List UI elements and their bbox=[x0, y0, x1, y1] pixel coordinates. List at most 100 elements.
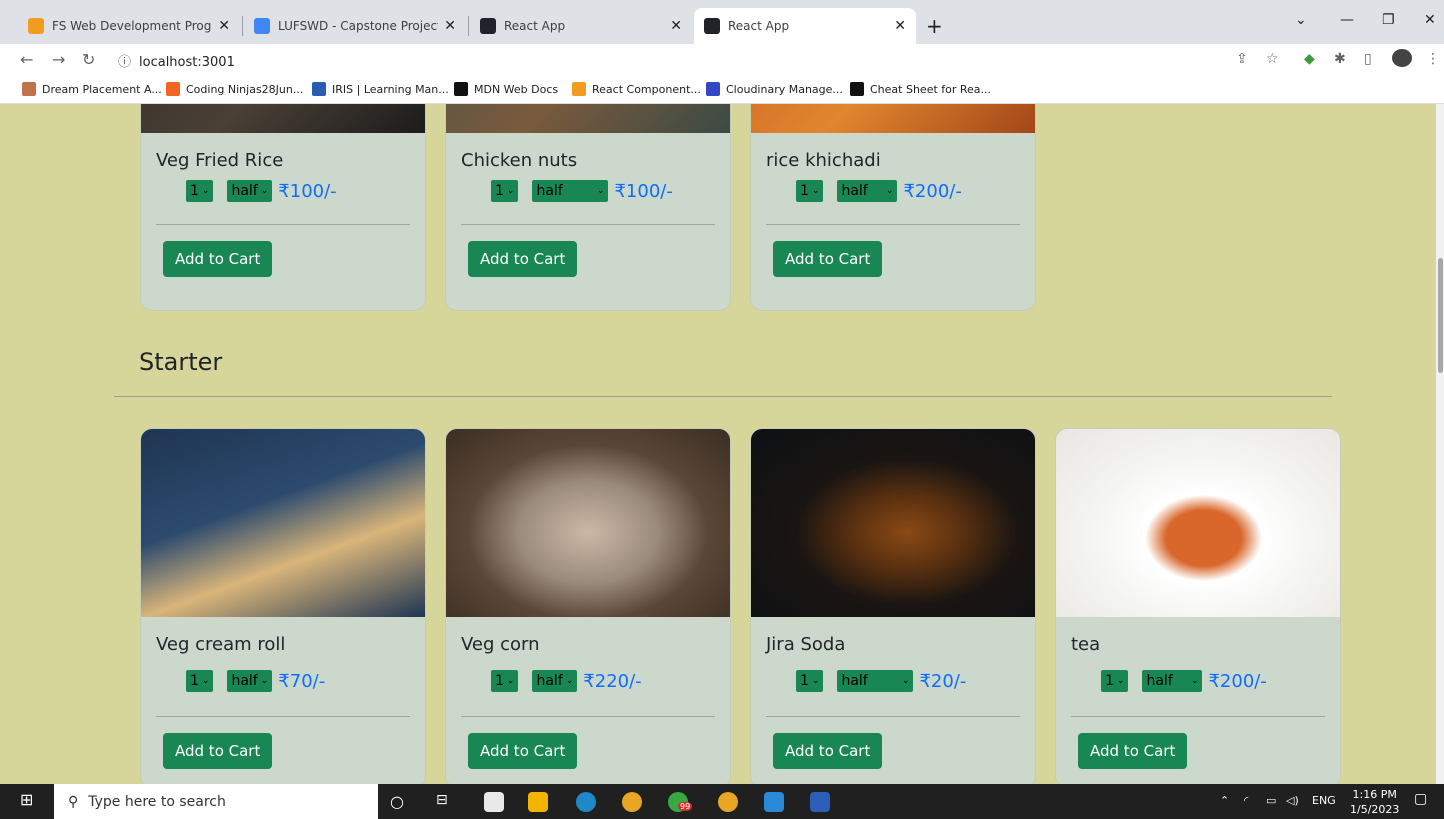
windows-start-icon[interactable]: ⊞ bbox=[20, 790, 40, 810]
tab-title: FS Web Development Program M bbox=[52, 19, 212, 33]
extension-icon[interactable]: ◆ bbox=[1304, 51, 1315, 67]
page-viewport: Veg Fried Rice 1 ⌄ half ⌄ ₹100/- Add to Ca… bbox=[0, 104, 1436, 784]
restore-icon[interactable]: ❐ bbox=[1382, 12, 1395, 28]
cortana-icon[interactable]: ○ bbox=[390, 792, 410, 812]
forward-icon[interactable]: → bbox=[52, 50, 65, 69]
bookmark-item[interactable]: Coding Ninjas28Jun... bbox=[166, 82, 303, 96]
notification-badge: 99 bbox=[678, 802, 693, 811]
size-select[interactable]: half ⌄ bbox=[532, 180, 609, 202]
food-image bbox=[141, 104, 425, 133]
edge-icon[interactable] bbox=[576, 792, 596, 812]
quantity-select[interactable]: 1 ⌄ bbox=[1101, 670, 1129, 692]
browser-tab-3[interactable]: React App ✕ bbox=[470, 8, 692, 44]
add-to-cart-button[interactable]: Add to Cart bbox=[773, 241, 883, 277]
battery-icon[interactable]: ▭ bbox=[1266, 794, 1276, 807]
quantity-select[interactable]: 1 ⌄ bbox=[796, 670, 824, 692]
new-tab-icon[interactable]: + bbox=[926, 14, 943, 38]
react-favicon-icon bbox=[480, 18, 496, 34]
address-bar-row: ← → ↻ ⓘ localhost:3001 ⇪ ☆ ◆ ✱ ▯ ⋮ bbox=[0, 44, 1444, 74]
bookmark-favicon-icon bbox=[706, 82, 720, 96]
size-select[interactable]: half ⌄ bbox=[837, 180, 898, 202]
minimize-icon[interactable]: — bbox=[1340, 12, 1354, 28]
add-to-cart-button[interactable]: Add to Cart bbox=[468, 733, 578, 769]
chrome-profile-icon[interactable] bbox=[718, 792, 738, 812]
section-divider bbox=[114, 396, 1332, 397]
reload-icon[interactable]: ↻ bbox=[82, 50, 95, 69]
card-divider bbox=[461, 716, 715, 717]
bookmark-item[interactable]: React Component... bbox=[572, 82, 701, 96]
quantity-select[interactable]: 1 ⌄ bbox=[186, 180, 214, 202]
word-icon[interactable] bbox=[810, 792, 830, 812]
scrollbar-thumb[interactable] bbox=[1438, 258, 1443, 373]
tab-title: LUFSWD - Capstone Project - Go bbox=[278, 19, 439, 33]
browser-tab-1[interactable]: FS Web Development Program M ✕ bbox=[18, 8, 240, 44]
notifications-icon[interactable]: ▢ bbox=[1414, 791, 1427, 807]
tray-chevron-icon[interactable]: ⌃ bbox=[1220, 794, 1229, 807]
food-card: Jira Soda 1 ⌄ half ⌄ ₹20/- Add to Cart bbox=[750, 428, 1036, 784]
back-icon[interactable]: ← bbox=[20, 50, 33, 69]
section-title: Starter bbox=[139, 348, 223, 376]
add-to-cart-button[interactable]: Add to Cart bbox=[1078, 733, 1188, 769]
add-to-cart-button[interactable]: Add to Cart bbox=[468, 241, 578, 277]
size-select[interactable]: half ⌄ bbox=[837, 670, 914, 692]
bookmark-item[interactable]: Cheat Sheet for Rea... bbox=[850, 82, 991, 96]
food-name: Jira Soda bbox=[766, 634, 846, 655]
size-select[interactable]: half ⌄ bbox=[532, 670, 578, 692]
puzzle-icon[interactable]: ✱ bbox=[1334, 51, 1346, 67]
quantity-value: 1 bbox=[800, 673, 809, 689]
page-scrollbar[interactable] bbox=[1436, 104, 1444, 784]
chrome-icon[interactable] bbox=[622, 792, 642, 812]
bookmark-favicon-icon bbox=[850, 82, 864, 96]
close-icon[interactable]: ✕ bbox=[218, 18, 230, 34]
add-to-cart-button[interactable]: Add to Cart bbox=[773, 733, 883, 769]
taskbar-search-input[interactable]: ⚲ Type here to search bbox=[54, 784, 378, 819]
star-icon[interactable]: ☆ bbox=[1266, 51, 1279, 67]
quantity-select[interactable]: 1 ⌄ bbox=[491, 670, 519, 692]
card-divider bbox=[156, 716, 410, 717]
bookmark-item[interactable]: IRIS | Learning Man... bbox=[312, 82, 449, 96]
url-field[interactable]: ⓘ localhost:3001 bbox=[118, 51, 235, 70]
food-options: 1 ⌄ half ⌄ ₹100/- bbox=[186, 180, 337, 202]
tab-search-icon[interactable]: ⌄ bbox=[1295, 12, 1307, 28]
add-to-cart-button[interactable]: Add to Cart bbox=[163, 241, 273, 277]
browser-tab-4[interactable]: React App ✕ bbox=[694, 8, 916, 44]
food-options: 1 ⌄ half ⌄ ₹220/- bbox=[491, 670, 642, 692]
side-panel-icon[interactable]: ▯ bbox=[1364, 51, 1372, 67]
chevron-down-icon: ⌄ bbox=[506, 186, 515, 196]
close-icon[interactable]: ✕ bbox=[670, 18, 682, 34]
browser-tab-2[interactable]: LUFSWD - Capstone Project - Go ✕ bbox=[244, 8, 466, 44]
quantity-select[interactable]: 1 ⌄ bbox=[796, 180, 824, 202]
size-value: half bbox=[536, 673, 563, 689]
wifi-icon[interactable]: ◜ bbox=[1244, 794, 1248, 807]
card-divider bbox=[766, 716, 1020, 717]
size-select[interactable]: half ⌄ bbox=[227, 180, 273, 202]
menu-icon[interactable]: ⋮ bbox=[1426, 51, 1440, 67]
price: ₹220/- bbox=[583, 670, 642, 692]
food-image bbox=[141, 429, 425, 617]
food-name: Veg cream roll bbox=[156, 634, 286, 655]
size-select[interactable]: half ⌄ bbox=[1142, 670, 1203, 692]
task-view-icon[interactable]: ⊟ bbox=[436, 792, 456, 812]
window-close-icon[interactable]: ✕ bbox=[1424, 12, 1436, 28]
quantity-select[interactable]: 1 ⌄ bbox=[186, 670, 214, 692]
bookmark-item[interactable]: Cloudinary Manage... bbox=[706, 82, 843, 96]
volume-icon[interactable]: ◁) bbox=[1286, 794, 1299, 807]
close-icon[interactable]: ✕ bbox=[444, 18, 456, 34]
language-indicator[interactable]: ENG bbox=[1312, 794, 1336, 807]
vscode-icon[interactable] bbox=[764, 792, 784, 812]
bookmark-item[interactable]: Dream Placement A... bbox=[22, 82, 162, 96]
size-select[interactable]: half ⌄ bbox=[227, 670, 273, 692]
file-explorer-icon[interactable] bbox=[528, 792, 548, 812]
quantity-value: 1 bbox=[495, 183, 504, 199]
clock[interactable]: 1:16 PM 1/5/2023 bbox=[1350, 787, 1399, 817]
add-to-cart-button[interactable]: Add to Cart bbox=[163, 733, 273, 769]
bookmark-item[interactable]: MDN Web Docs bbox=[454, 82, 558, 96]
card-divider bbox=[461, 224, 715, 225]
quantity-select[interactable]: 1 ⌄ bbox=[491, 180, 519, 202]
share-icon[interactable]: ⇪ bbox=[1236, 51, 1248, 67]
food-options: 1 ⌄ half ⌄ ₹100/- bbox=[491, 180, 673, 202]
close-icon[interactable]: ✕ bbox=[894, 18, 906, 34]
chevron-down-icon: ⌄ bbox=[1190, 676, 1199, 686]
store-icon[interactable] bbox=[484, 792, 504, 812]
profile-avatar[interactable] bbox=[1392, 49, 1412, 67]
